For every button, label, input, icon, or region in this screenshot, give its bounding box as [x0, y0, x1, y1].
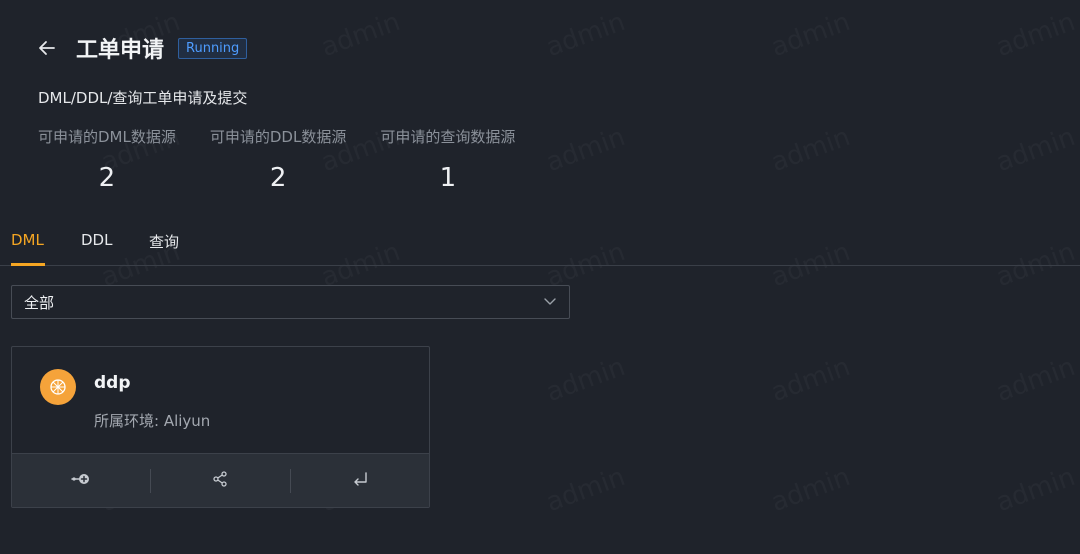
stat-label: 可申请的DDL数据源 [209, 128, 347, 146]
card-actions [12, 453, 429, 507]
stat-dml: 可申请的DML数据源 2 [38, 126, 176, 193]
enter-button[interactable] [291, 454, 429, 507]
stat-value: 1 [439, 163, 457, 193]
watermark: admin [992, 122, 1079, 178]
stat-query: 可申请的查询数据源 1 [380, 126, 515, 193]
select-value: 全部 [24, 293, 55, 312]
stat-label: 可申请的查询数据源 [380, 128, 516, 146]
watermark: admin [767, 122, 854, 178]
tab-bar: DML DDL 查询 [0, 223, 1080, 266]
watermark: admin [767, 462, 854, 518]
stat-label: 可申请的DML数据源 [38, 128, 176, 146]
key-add-icon [71, 471, 91, 490]
active-tab-indicator [11, 263, 45, 266]
stats-row: 可申请的DML数据源 2 可申请的DDL数据源 2 可申请的查询数据源 1 [38, 126, 549, 193]
datasource-environment: 所属环境: Aliyun [94, 412, 211, 430]
status-badge: Running [178, 37, 248, 59]
tab-ddl[interactable]: DDL [81, 231, 112, 249]
datasource-card[interactable]: ddp 所属环境: Aliyun [11, 346, 430, 508]
watermark: admin [542, 352, 629, 408]
watermark: admin [542, 462, 629, 518]
watermark: admin [542, 122, 629, 178]
tab-query[interactable]: 查询 [149, 231, 179, 252]
apply-permission-button[interactable] [12, 454, 150, 507]
environment-filter-select[interactable]: 全部 [11, 285, 570, 319]
enter-icon [351, 471, 369, 491]
watermark: admin [992, 352, 1079, 408]
chevron-down-icon [543, 293, 557, 312]
page-header: 工单申请 Running [36, 32, 248, 64]
watermark: admin [542, 7, 629, 63]
watermark: admin [767, 352, 854, 408]
watermark: admin [992, 462, 1079, 518]
stat-value: 2 [269, 163, 287, 193]
page-description: DML/DDL/查询工单申请及提交 [38, 89, 248, 107]
share-icon [211, 470, 229, 492]
share-button[interactable] [151, 454, 289, 507]
datasource-name: ddp [94, 373, 131, 393]
watermark: admin [317, 7, 404, 63]
database-icon [40, 369, 76, 405]
watermark: admin [767, 7, 854, 63]
tab-dml[interactable]: DML [11, 231, 44, 249]
page-title: 工单申请 [76, 38, 165, 63]
stat-ddl: 可申请的DDL数据源 2 [210, 126, 346, 193]
stat-value: 2 [98, 163, 116, 193]
watermark: admin [992, 7, 1079, 63]
back-arrow-icon[interactable] [36, 37, 58, 59]
